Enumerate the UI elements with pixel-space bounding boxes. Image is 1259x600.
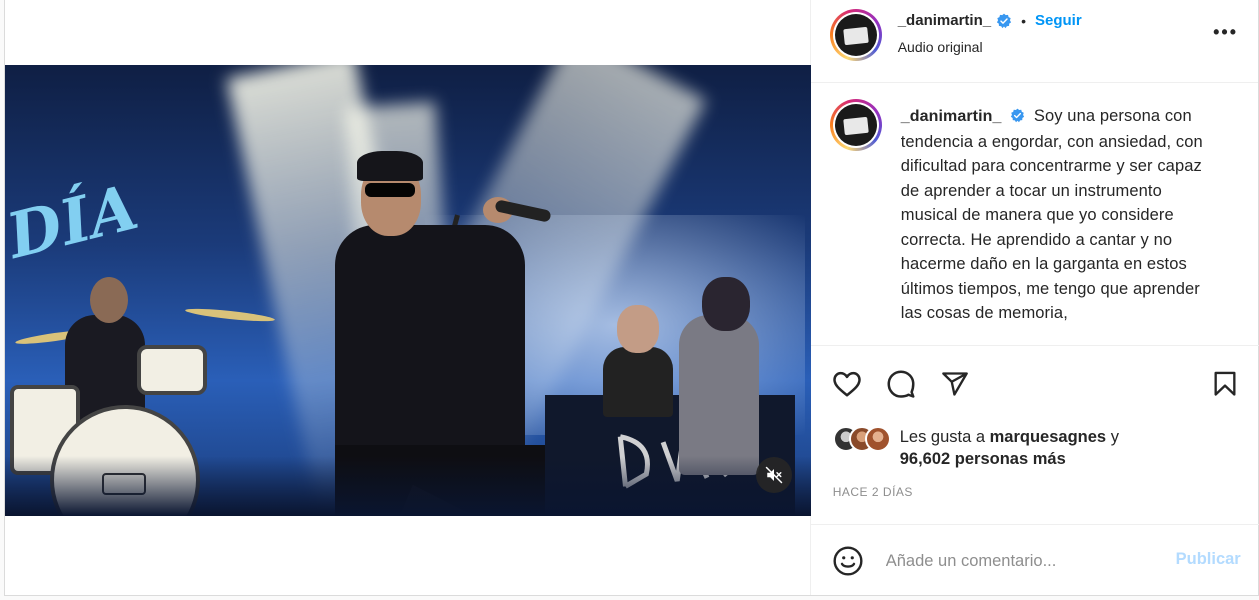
drummer-head <box>90 277 128 323</box>
guitarist <box>679 315 759 475</box>
ellipsis-icon[interactable]: ••• <box>1213 22 1238 43</box>
smiley-icon[interactable] <box>832 545 864 577</box>
bookmark-icon <box>1214 371 1236 396</box>
comment-bubble-icon <box>887 370 915 398</box>
separator-dot: • <box>1021 12 1026 29</box>
publish-button[interactable]: Publicar <box>1176 550 1241 569</box>
stage-graffiti: DÍA <box>5 170 145 273</box>
caption-scroll-area[interactable]: _danimartin_ Soy una persona con tendenc… <box>810 84 1259 346</box>
likes-count-link[interactable]: 96,602 personas más <box>900 450 1066 469</box>
mute-toggle-button[interactable] <box>756 457 792 493</box>
keyboardist-head <box>617 305 659 353</box>
sunglasses <box>365 183 415 197</box>
likes-summary: Les gusta a marquesagnes y 96,602 person… <box>832 424 1253 474</box>
caption-username-link[interactable]: _danimartin_ <box>901 108 1002 125</box>
likes-conjunction: y <box>1110 428 1119 446</box>
cymbal <box>184 306 276 324</box>
post-header: _danimartin_ • Seguir Audio original ••• <box>810 0 1258 83</box>
caption-text: Soy una persona con tendencia a engordar… <box>900 107 1203 322</box>
liker-avatars <box>832 426 891 452</box>
heart-icon <box>832 371 861 397</box>
avatar[interactable] <box>864 426 891 452</box>
username-link[interactable]: _danimartin_ <box>898 12 991 29</box>
verified-badge-icon <box>1011 108 1025 123</box>
like-button[interactable] <box>831 368 863 400</box>
comment-bar: Publicar <box>810 524 1259 596</box>
guitarist-head <box>702 277 750 331</box>
singer-hair <box>357 151 423 181</box>
liker-username-link[interactable]: marquesagnes <box>990 428 1106 446</box>
header-name-row: _danimartin_ • Seguir <box>898 12 1082 29</box>
avatar[interactable] <box>829 9 882 61</box>
speaker-muted-icon <box>765 466 783 484</box>
comment-button[interactable] <box>885 368 917 400</box>
post-sidebar: _danimartin_ • Seguir Audio original •••… <box>810 0 1259 596</box>
post-dialog: DÍA _danimartin_ • Seguir Audio original… <box>4 0 1259 596</box>
stage-floor <box>5 456 811 516</box>
likes-text: Les gusta a marquesagnes y <box>900 425 1119 450</box>
caption: _danimartin_ Soy una persona con tendenc… <box>901 104 1221 326</box>
share-button[interactable] <box>939 368 971 400</box>
keyboardist <box>603 347 673 417</box>
post-timestamp[interactable]: HACE 2 DÍAS <box>833 485 913 499</box>
verified-badge-icon <box>997 13 1012 28</box>
follow-button[interactable]: Seguir <box>1035 12 1082 29</box>
action-bar <box>811 362 1259 410</box>
audio-link[interactable]: Audio original <box>898 39 983 55</box>
likes-prefix: Les gusta a <box>899 428 986 446</box>
media-pane: DÍA <box>5 0 811 595</box>
paper-plane-icon <box>941 372 968 396</box>
post-video[interactable]: DÍA <box>5 65 811 516</box>
comment-input[interactable] <box>885 549 1146 573</box>
drum <box>137 345 207 395</box>
avatar[interactable] <box>829 99 882 151</box>
save-button[interactable] <box>1209 368 1241 400</box>
